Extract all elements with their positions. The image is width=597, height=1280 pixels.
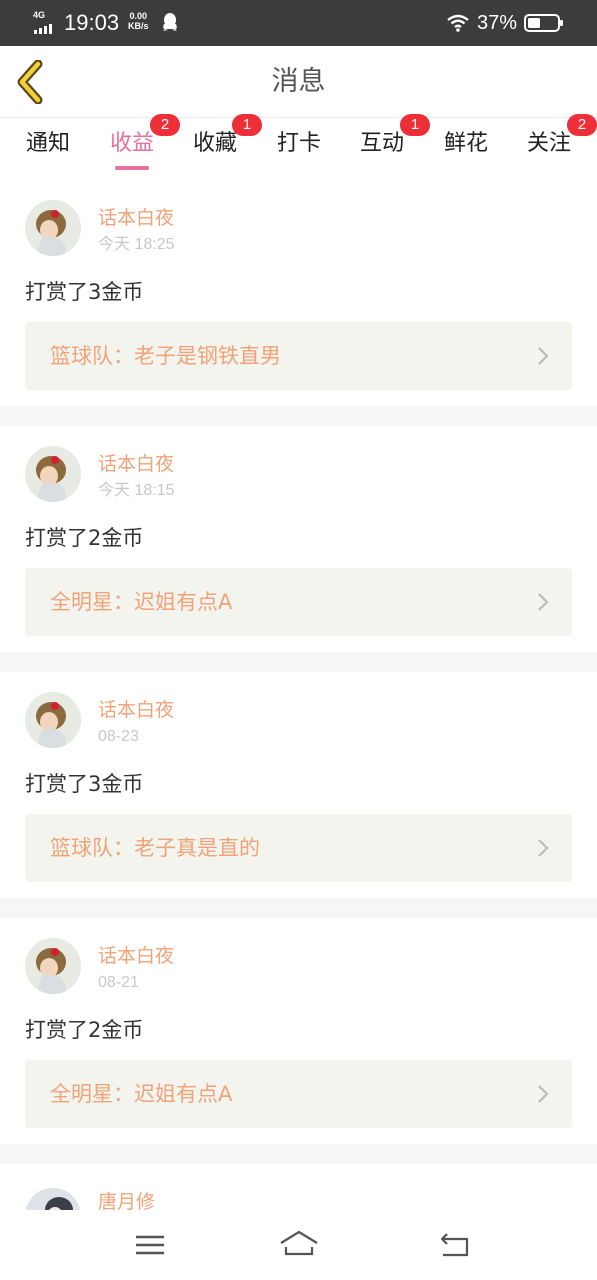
badge-follow: 2 xyxy=(567,114,597,136)
story-link[interactable]: 篮球队：老子真是直的 xyxy=(25,814,572,882)
clock: 19:03 xyxy=(64,10,120,35)
message-card: 话本白夜 今天 18:25 打赏了3金币 篮球队：老子是钢铁直男 xyxy=(0,180,597,406)
message-action: 打赏了2金币 xyxy=(25,526,144,550)
badge-earnings: 2 xyxy=(150,114,180,136)
chevron-right-icon xyxy=(538,1085,549,1103)
battery-percent: 37% xyxy=(477,12,518,34)
chevron-right-icon xyxy=(538,839,549,857)
divider xyxy=(0,1144,597,1164)
tab-label: 互动 xyxy=(359,131,404,156)
badge-favorites: 1 xyxy=(232,114,262,136)
story-link[interactable]: 全明星：迟姐有点A xyxy=(25,568,572,636)
chevron-right-icon xyxy=(538,593,549,611)
tab-notify[interactable]: 通知 xyxy=(24,131,72,171)
chevron-right-icon xyxy=(538,347,549,365)
active-tab-indicator xyxy=(115,166,149,170)
tab-favorites[interactable]: 收藏 1 xyxy=(191,114,262,171)
user-name[interactable]: 话本白夜 xyxy=(98,452,174,476)
network-type: 4G xyxy=(33,10,46,20)
avatar-image xyxy=(25,1188,81,1210)
message-card: 话本白夜 08-23 打赏了3金币 篮球队：老子真是直的 xyxy=(0,672,597,898)
message-card: 话本白夜 08-21 打赏了2金币 全明星：迟姐有点A xyxy=(0,918,597,1144)
speed-value: 0.00 xyxy=(129,11,148,21)
avatar[interactable] xyxy=(25,692,81,748)
badge-interaction: 1 xyxy=(400,114,430,136)
tab-label: 收藏 xyxy=(192,131,237,156)
speed-unit: KB/s xyxy=(128,21,149,31)
header: 消息 xyxy=(0,46,597,118)
story-link[interactable]: 篮球队：老子是钢铁直男 xyxy=(25,322,572,390)
back-nav-button[interactable] xyxy=(433,1228,477,1262)
tab-label: 鲜花 xyxy=(443,131,488,156)
tab-bar: 通知 收益 2 收藏 1 打卡 互动 1 鲜花 关注 2 xyxy=(0,114,597,179)
system-nav-bar xyxy=(0,1210,597,1280)
story-link-text: 篮球队：老子是钢铁直男 xyxy=(50,344,281,368)
message-action: 打赏了3金币 xyxy=(25,280,144,304)
message-time: 今天 18:15 xyxy=(98,482,175,499)
home-button[interactable] xyxy=(277,1228,321,1262)
tab-checkin[interactable]: 打卡 xyxy=(275,131,323,171)
divider xyxy=(0,406,597,426)
message-card: 唐月修 xyxy=(0,1164,597,1210)
user-name[interactable]: 话本白夜 xyxy=(98,944,174,968)
tab-label: 收益 xyxy=(109,131,154,156)
menu-icon xyxy=(136,1235,164,1255)
network-speed: 0.00 KB/s xyxy=(128,11,149,31)
avatar[interactable] xyxy=(25,938,81,994)
avatar[interactable] xyxy=(25,200,81,256)
tab-label: 通知 xyxy=(25,131,70,156)
tab-label: 打卡 xyxy=(276,131,321,156)
divider xyxy=(0,898,597,918)
tab-label: 关注 xyxy=(526,131,571,156)
message-action: 打赏了3金币 xyxy=(25,772,144,796)
status-bar: 4G 19:03 0.00 KB/s 37% xyxy=(0,0,597,46)
message-action: 打赏了2金币 xyxy=(25,1018,144,1042)
wifi-icon xyxy=(447,14,469,32)
battery-icon xyxy=(524,14,563,32)
message-time: 今天 18:25 xyxy=(98,236,175,253)
divider xyxy=(0,652,597,672)
page-title: 消息 xyxy=(271,66,326,97)
avatar-image xyxy=(25,446,81,502)
menu-button[interactable] xyxy=(128,1228,172,1262)
story-link[interactable]: 全明星：迟姐有点A xyxy=(25,1060,572,1128)
avatar-image xyxy=(25,692,81,748)
user-name[interactable]: 话本白夜 xyxy=(98,698,174,722)
tab-follow[interactable]: 关注 2 xyxy=(525,114,597,171)
story-link-text: 全明星：迟姐有点A xyxy=(50,1082,233,1106)
home-icon xyxy=(280,1230,318,1256)
story-link-text: 全明星：迟姐有点A xyxy=(50,590,233,614)
qq-icon xyxy=(163,13,177,31)
message-card: 话本白夜 今天 18:15 打赏了2金币 全明星：迟姐有点A xyxy=(0,426,597,652)
avatar-image xyxy=(25,938,81,994)
back-nav-icon xyxy=(440,1233,469,1257)
signal-icon: 4G xyxy=(32,10,56,34)
avatar[interactable] xyxy=(25,446,81,502)
avatar[interactable] xyxy=(25,1188,81,1210)
message-time: 08-21 xyxy=(98,974,139,991)
avatar-image xyxy=(25,200,81,256)
story-link-text: 篮球队：老子真是直的 xyxy=(50,836,260,860)
tab-flowers[interactable]: 鲜花 xyxy=(442,131,490,171)
tab-earnings[interactable]: 收益 2 xyxy=(108,114,180,171)
tab-interaction[interactable]: 互动 1 xyxy=(358,114,430,171)
message-time: 08-23 xyxy=(98,728,139,745)
user-name[interactable]: 唐月修 xyxy=(98,1190,155,1210)
user-name[interactable]: 话本白夜 xyxy=(98,206,174,230)
